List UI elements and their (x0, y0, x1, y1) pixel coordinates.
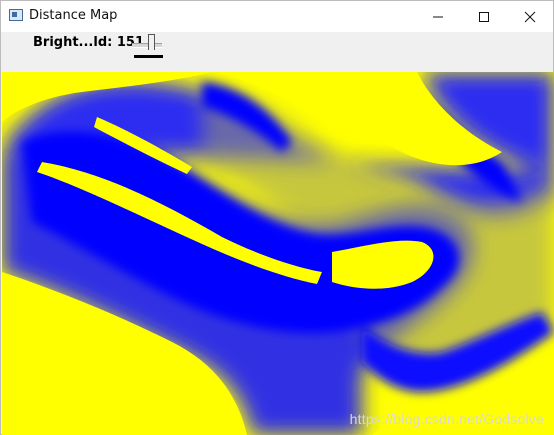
app-window: Distance Map Bright...ld: 151 https://bl… (0, 0, 554, 435)
close-button[interactable] (507, 1, 553, 32)
distance-map-graphic (2, 72, 554, 435)
window-title: Distance Map (29, 8, 118, 23)
maximize-button[interactable] (461, 1, 507, 32)
watermark-text: https://blog.csdn.net/Godsolve (349, 411, 544, 427)
trackbar-thumb[interactable] (148, 34, 155, 50)
trackbar-label: Bright...ld: 151 (33, 35, 144, 50)
maximize-icon (479, 11, 489, 22)
minimize-button[interactable] (415, 1, 461, 32)
distance-map-image: https://blog.csdn.net/Godsolve (2, 72, 554, 435)
trackbar-panel: Bright...ld: 151 (1, 32, 553, 72)
title-bar[interactable]: Distance Map (1, 1, 553, 32)
app-icon (9, 9, 23, 21)
trackbar-track[interactable] (132, 43, 162, 48)
close-icon (524, 11, 536, 22)
minimize-icon (433, 16, 443, 17)
trackbar-focus-indicator (134, 55, 163, 58)
